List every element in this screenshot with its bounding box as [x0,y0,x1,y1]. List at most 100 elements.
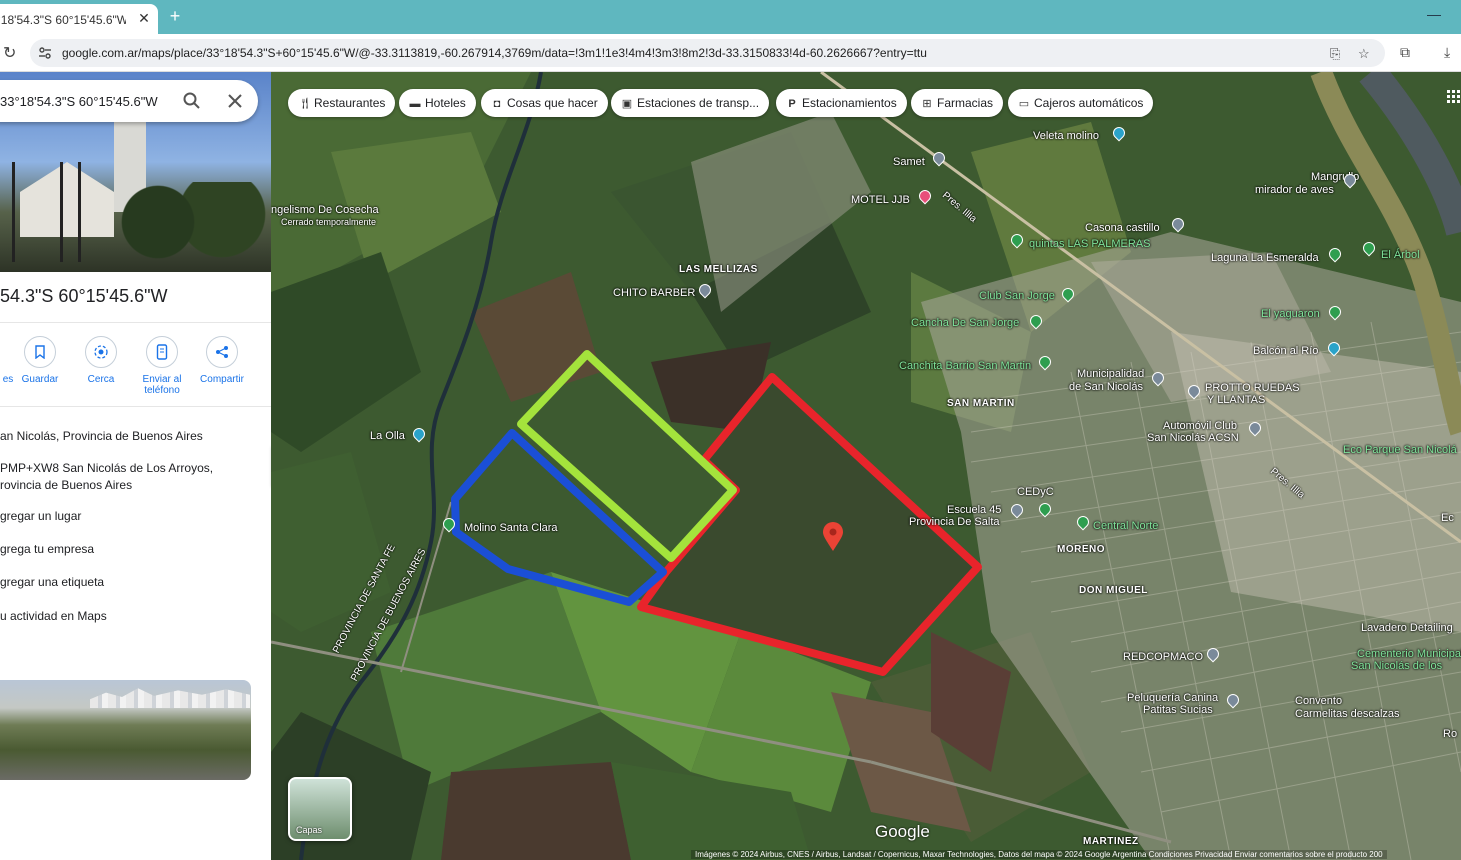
map-label[interactable]: Cementerio Municipal [1357,648,1461,660]
tab-title: °18'54.3"S 60°15'45.6"W - Go [0,13,126,27]
search-input[interactable]: 33°18'54.3"S 60°15'45.6"W [0,94,158,109]
pluscode-line1[interactable]: PMP+XW8 San Nicolás de Los Arroyos, [0,460,213,477]
map-label[interactable]: Lavadero Detailing [1361,622,1453,634]
chip-hotels[interactable]: ▬ Hoteles [399,89,476,117]
map-label[interactable]: ngelismo De Cosecha [271,204,379,216]
map-label[interactable]: Central Norte [1093,520,1158,532]
chip-label: Restaurantes [314,96,386,110]
map-label[interactable]: Escuela 45 [947,504,1001,516]
chip-transit[interactable]: ▣ Estaciones de transp... [611,89,770,117]
phone-icon [146,336,178,368]
map-label[interactable]: Balcón al Río [1253,345,1318,357]
map-label[interactable]: Cancha De San Jorge [911,317,1019,329]
map-label[interactable]: Molino Santa Clara [464,522,558,534]
map-label[interactable]: Peluquería Canina [1127,692,1218,704]
new-tab-button[interactable]: + [165,6,185,26]
site-settings-icon[interactable] [38,46,52,60]
map-label: LAS MELLIZAS [679,264,758,275]
map-label: Carmelitas descalzas [1295,708,1400,720]
map-label[interactable]: PROTTO RUEDAS [1205,382,1300,394]
map-label[interactable]: Canchita Barrio San Martin [899,360,1031,372]
dropped-pin-icon[interactable] [822,522,844,552]
extensions-icon[interactable]: ⧉ [1400,44,1410,61]
map-label[interactable]: CEDyC [1017,486,1054,498]
map-label[interactable]: Samet [893,156,925,168]
map-label: San Nicolás ACSN [1147,432,1239,444]
chip-label: Estacionamientos [802,96,897,110]
layers-label: Capas [296,825,323,835]
url-text: google.com.ar/maps/place/33°18'54.3"S+60… [62,46,927,60]
map-label: DON MIGUEL [1079,585,1148,596]
action-label: Compartir [200,374,244,385]
map-label: SAN MARTIN [947,398,1015,409]
send-to-phone-button[interactable]: Enviar al teléfono [132,336,192,396]
map-label[interactable]: El yaguaron [1261,308,1320,320]
map-label: de San Nicolás [1069,381,1143,393]
browser-tabstrip: °18'54.3"S 60°15'45.6"W - Go ✕ + — [0,0,1461,34]
fork-knife-icon: 🍴︎ [298,98,312,110]
action-label: Guardar [21,374,59,385]
chip-parking[interactable]: P Estacionamientos [776,89,907,117]
map-label: MARTINEZ [1083,836,1139,847]
nearby-button[interactable]: Cerca [71,336,131,385]
transit-icon: ▣ [621,98,633,110]
map-label[interactable]: Club San Jorge [979,290,1055,302]
chip-things-to-do[interactable]: ◘ Cosas que hacer [481,89,608,117]
place-panel: 33°18'54.3"S 60°15'45.6"W 54.3"S 60°15'4… [0,72,271,860]
chip-label: Hoteles [425,96,466,110]
install-app-icon[interactable]: ⎘ [1330,46,1340,62]
search-box[interactable]: 33°18'54.3"S 60°15'45.6"W [0,80,258,122]
map-label[interactable]: Veleta molino [1033,130,1099,142]
save-button[interactable]: Guardar [10,336,70,385]
reload-icon[interactable]: ↻ [3,43,16,63]
map-label[interactable]: quintas LAS PALMERAS [1029,238,1150,250]
apps-grid-icon[interactable] [1447,90,1461,104]
add-label-link[interactable]: gregar una etiqueta [0,574,104,591]
tab-close-icon[interactable]: ✕ [136,10,152,26]
map-view[interactable]: 🍴︎ Restaurantes ▬ Hoteles ◘ Cosas que hacer… [271,72,1461,860]
location-text: an Nicolás, Provincia de Buenos Aires [0,429,203,443]
close-icon[interactable] [225,91,245,111]
share-button[interactable]: Compartir [192,336,252,385]
maps-activity-link[interactable]: u actividad en Maps [0,608,107,625]
pharmacy-icon: ⊞ [922,98,932,110]
place-title: 54.3"S 60°15'45.6"W [0,286,168,306]
chip-pharmacies[interactable]: ⊞ Farmacias [911,89,1004,117]
map-label[interactable]: El Árbol [1381,249,1420,261]
share-icon [206,336,238,368]
map-label[interactable]: Ec [1441,512,1454,524]
layers-button[interactable]: Capas [288,777,352,841]
map-label[interactable]: Municipalidad [1077,368,1144,380]
divider [0,322,271,323]
map-label[interactable]: Ro [1443,728,1457,740]
map-label[interactable]: MOTEL JJB [851,194,910,206]
bed-icon: ▬ [409,98,421,110]
pluscode-line2: rovincia de Buenos Aires [0,478,133,492]
bookmark-star-icon[interactable]: ☆ [1358,46,1370,62]
map-label[interactable]: Convento [1295,695,1342,707]
action-label: Enviar al teléfono [142,374,182,396]
add-business-link[interactable]: grega tu empresa [0,541,94,558]
map-label[interactable]: REDCOPMACO [1123,651,1203,663]
nearby-icon [85,336,117,368]
map-label: mirador de aves [1255,184,1334,196]
action-label: Cerca [87,374,115,385]
map-label[interactable]: Eco Parque San Nicolá [1343,444,1457,456]
map-attribution: Imágenes © 2024 Airbus, CNES / Airbus, L… [691,850,1387,859]
add-place-link[interactable]: gregar un lugar [0,508,81,525]
chip-atms[interactable]: ▭ Cajeros automáticos [1008,89,1154,117]
search-icon[interactable] [182,91,202,111]
address-bar[interactable]: google.com.ar/maps/place/33°18'54.3"S+60… [30,39,1385,67]
browser-tab[interactable]: °18'54.3"S 60°15'45.6"W - Go ✕ [0,4,158,34]
chip-label: Farmacias [937,96,994,110]
minimize-icon[interactable]: — [1427,6,1441,22]
map-label[interactable]: CHITO BARBER [613,287,695,299]
map-label[interactable]: Laguna La Esmeralda [1211,252,1319,264]
area-photo[interactable] [0,680,251,780]
chip-restaurants[interactable]: 🍴︎ Restaurantes [288,89,396,117]
map-label[interactable]: Automóvil Club [1163,420,1237,432]
parking-icon: P [788,98,796,110]
download-icon[interactable]: ⤓ [1444,44,1450,61]
map-label[interactable]: Casona castillo [1085,222,1160,234]
map-label[interactable]: La Olla [370,430,405,442]
